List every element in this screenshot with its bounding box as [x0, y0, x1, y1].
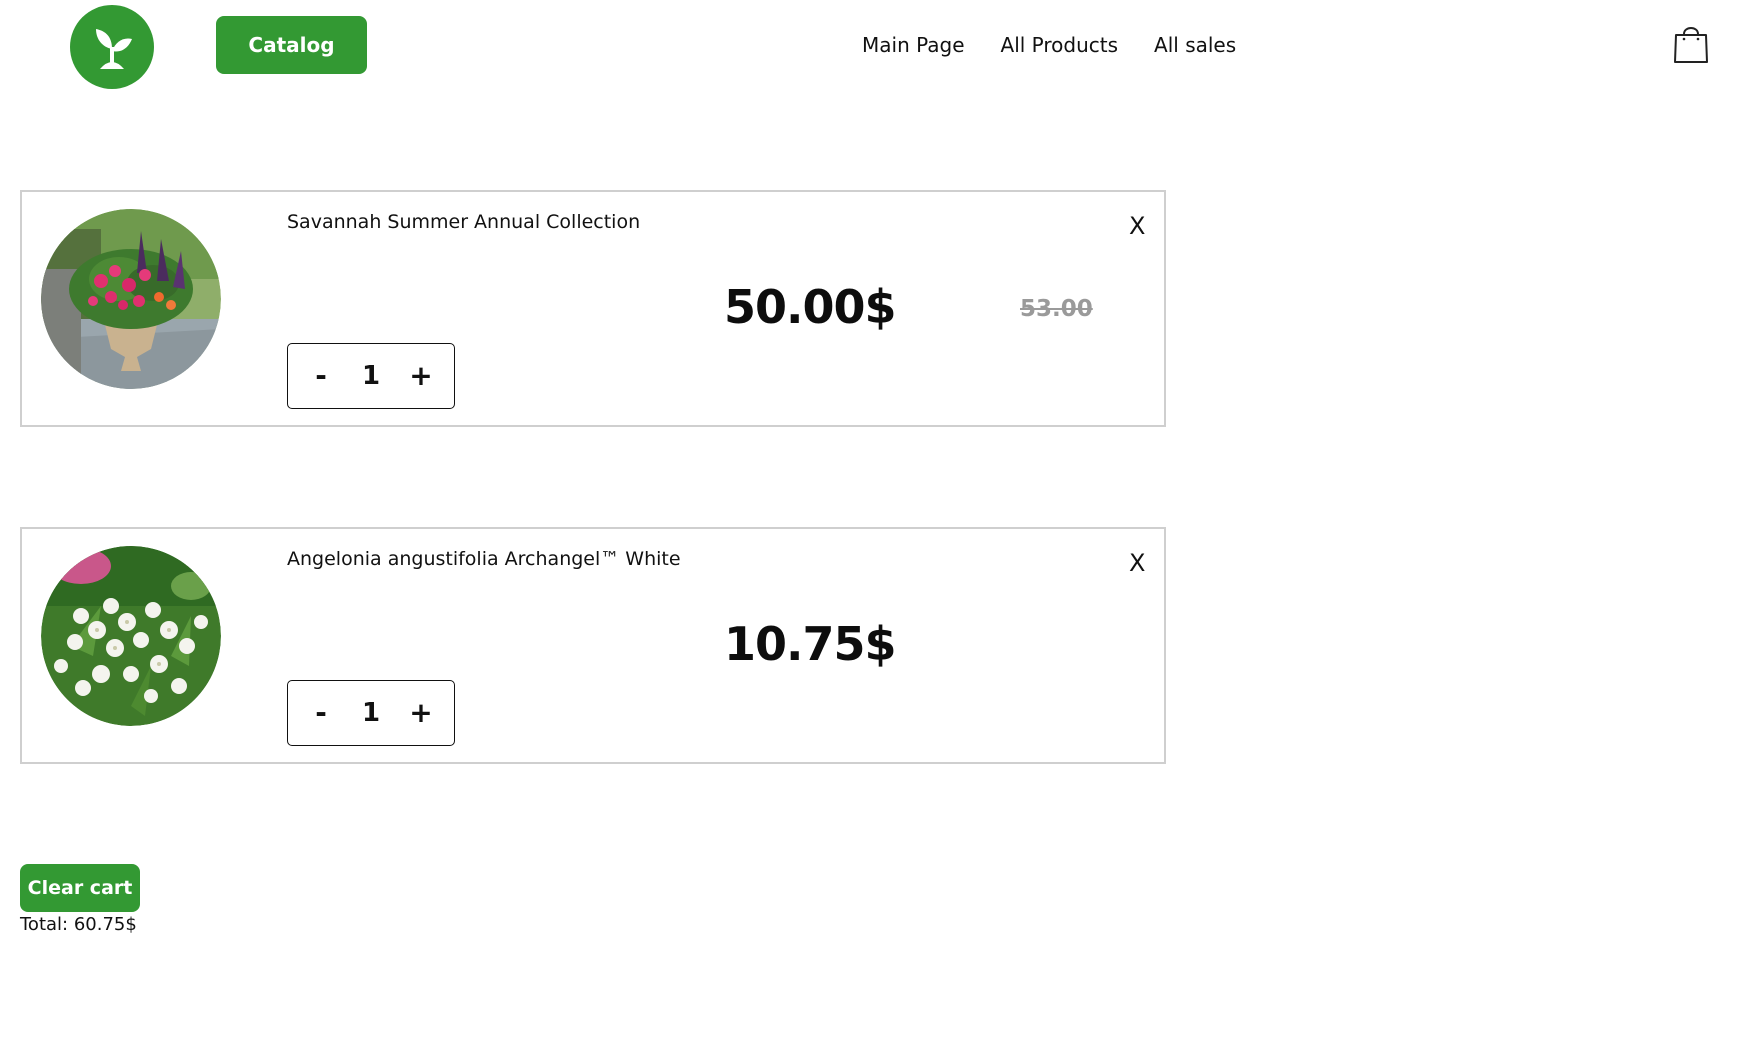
- remove-item-button[interactable]: X: [1129, 549, 1145, 577]
- sprout-icon: [96, 29, 132, 69]
- old-price: 53.00: [1020, 296, 1093, 322]
- quantity-stepper: - 1 +: [287, 680, 455, 746]
- increment-button[interactable]: +: [406, 356, 436, 396]
- white-flowers-photo: [41, 546, 221, 726]
- main-nav: Main Page All Products All sales: [862, 30, 1236, 60]
- cart-item: Savannah Summer Annual Collection - 1 + …: [20, 190, 1166, 427]
- remove-item-button[interactable]: X: [1129, 212, 1145, 240]
- product-image[interactable]: [41, 209, 221, 389]
- nav-main-page[interactable]: Main Page: [862, 30, 965, 60]
- quantity-stepper: - 1 +: [287, 343, 455, 409]
- shopping-bag-icon: [1674, 27, 1708, 63]
- flower-urn-photo: [41, 209, 221, 389]
- product-title[interactable]: Angelonia angustifolia Archangel™ White: [287, 547, 687, 571]
- nav-all-products[interactable]: All Products: [1001, 30, 1119, 60]
- site-header: Catalog Main Page All Products All sales: [0, 0, 1761, 100]
- cart-item: Angelonia angustifolia Archangel™ White …: [20, 527, 1166, 764]
- increment-button[interactable]: +: [406, 693, 436, 733]
- product-price: 50.00$: [724, 280, 897, 334]
- product-title[interactable]: Savannah Summer Annual Collection: [287, 210, 687, 234]
- cart-button[interactable]: [1672, 22, 1710, 64]
- catalog-button[interactable]: Catalog: [216, 16, 367, 74]
- product-price: 10.75$: [724, 617, 897, 671]
- decrement-button[interactable]: -: [306, 356, 336, 396]
- quantity-value: 1: [361, 361, 381, 391]
- product-image[interactable]: [41, 546, 221, 726]
- clear-cart-button[interactable]: Clear cart: [20, 864, 140, 912]
- cart-total: Total: 60.75$: [20, 914, 137, 935]
- quantity-value: 1: [361, 698, 381, 728]
- nav-all-sales[interactable]: All sales: [1154, 30, 1236, 60]
- logo[interactable]: [70, 5, 154, 89]
- decrement-button[interactable]: -: [306, 693, 336, 733]
